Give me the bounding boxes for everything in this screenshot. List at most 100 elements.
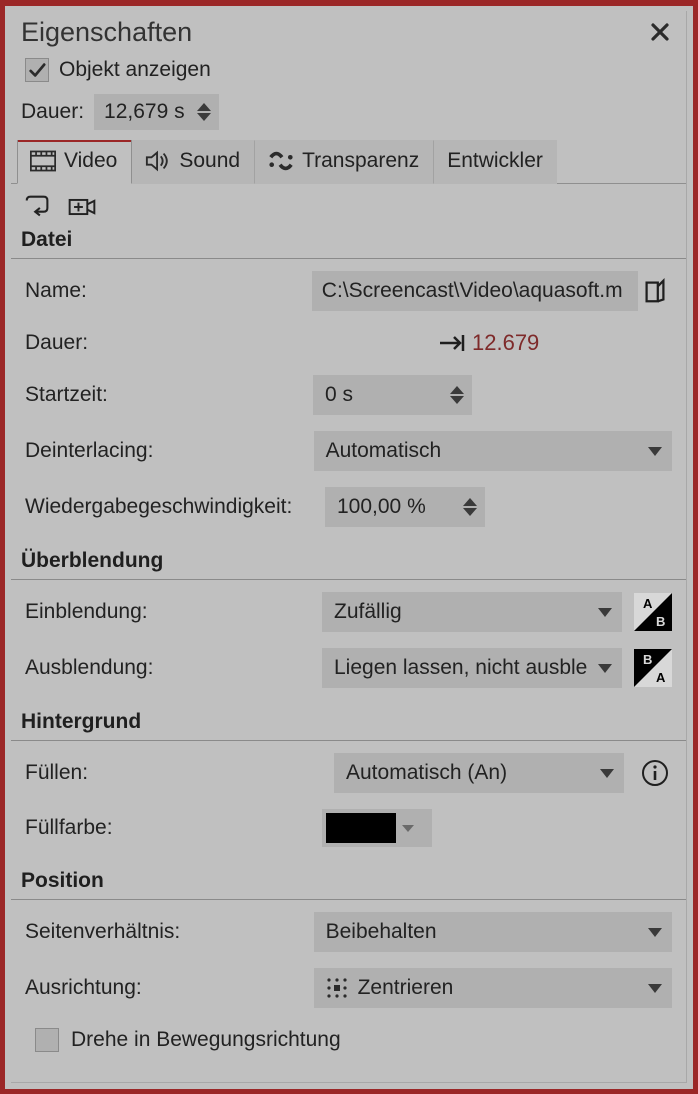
chevron-down-icon [402,825,414,832]
alignment-row: Ausrichtung: Zentrieren [11,960,686,1016]
goto-end-button[interactable] [438,332,468,354]
tab-transparency-label: Transparenz [302,149,419,173]
spinner-arrows-icon[interactable] [463,498,477,516]
transparency-icon [268,149,294,173]
aspect-ratio-combo[interactable]: Beibehalten [314,912,672,952]
playback-speed-spinner[interactable]: 100,00 % [325,487,485,527]
show-object-checkbox[interactable] [25,58,49,82]
duration-value: 12,679 s [104,100,185,124]
rotate-direction-row: Drehe in Bewegungsrichtung [11,1016,686,1064]
speaker-icon [145,149,171,173]
tab-sound-label: Sound [179,149,240,173]
video-toolbar [11,184,686,226]
section-file-heading: Datei [11,226,686,259]
deinterlacing-row: Deinterlacing: Automatisch [11,423,686,479]
fade-in-preset-button[interactable]: A B [634,593,672,631]
camera-add-button[interactable] [65,192,99,222]
panel-header: Eigenschaften [11,11,686,50]
alignment-label: Ausrichtung: [25,976,314,1000]
section-position-heading: Position [11,867,686,900]
start-time-row: Startzeit: 0 s [11,367,686,423]
fade-out-row: Ausblendung: Liegen lassen, nicht ausble… [11,640,686,696]
start-time-label: Startzeit: [25,383,313,407]
deinterlacing-value: Automatisch [326,439,442,463]
playback-speed-value: 100,00 % [337,495,426,519]
ab-transition-in-icon: A B [634,593,672,631]
fill-color-picker[interactable] [322,809,432,847]
file-duration-label: Dauer: [25,331,315,355]
fade-in-combo[interactable]: Zufällig [322,592,622,632]
filmstrip-icon [30,149,56,173]
tab-sound[interactable]: Sound [132,140,255,184]
svg-text:B: B [656,614,665,629]
arrow-end-icon [438,332,468,354]
loop-button[interactable] [21,192,55,222]
duration-row: Dauer: 12,679 s [11,88,686,138]
fade-out-value: Liegen lassen, nicht ausble [334,656,587,680]
fill-color-row: Füllfarbe: [11,801,686,855]
tab-developer[interactable]: Entwickler [434,140,557,184]
file-duration-row: Dauer: 12.679 [11,319,686,367]
file-name-value: C:\Screencast\Video\aquasoft.m [322,279,623,303]
start-time-value: 0 s [325,383,353,407]
rotate-direction-checkbox[interactable] [35,1028,59,1052]
fade-out-preset-button[interactable]: B A [634,649,672,687]
tab-video-label: Video [64,149,117,173]
color-swatch-preview [326,813,396,843]
properties-window: Eigenschaften Objekt anzeigen Dauer: 12,… [0,0,698,1094]
alignment-value: Zentrieren [358,976,454,1000]
playback-speed-row: Wiedergabegeschwindigkeit: 100,00 % [11,479,686,535]
duration-label: Dauer: [21,100,84,124]
spinner-arrows-icon[interactable] [197,103,211,121]
fill-info-button[interactable] [638,756,672,790]
chevron-down-icon [648,984,662,993]
file-duration-value: 12.679 [472,330,672,356]
camera-add-icon [67,194,97,220]
duration-spinner[interactable]: 12,679 s [94,94,219,130]
panel-title: Eigenschaften [21,17,192,48]
fade-out-label: Ausblendung: [25,656,315,680]
rotate-direction-label: Drehe in Bewegungsrichtung [71,1028,341,1052]
align-center-icon [326,977,348,999]
playback-speed-label: Wiedergabegeschwindigkeit: [25,495,325,519]
spinner-arrows-icon[interactable] [450,386,464,404]
section-background-heading: Hintergrund [11,708,686,741]
svg-text:A: A [656,670,666,685]
tab-developer-label: Entwickler [447,149,543,173]
close-button[interactable] [644,18,676,48]
start-time-spinner[interactable]: 0 s [313,375,472,415]
chevron-down-icon [648,928,662,937]
file-name-input[interactable]: C:\Screencast\Video\aquasoft.m [312,271,639,311]
alignment-combo[interactable]: Zentrieren [314,968,672,1008]
show-object-row: Objekt anzeigen [11,50,686,88]
section-transition-heading: Überblendung [11,547,686,580]
fade-in-value: Zufällig [334,600,402,624]
svg-text:A: A [643,596,653,611]
loop-icon [23,194,53,220]
chevron-down-icon [598,664,612,673]
file-name-row: Name: C:\Screencast\Video\aquasoft.m [11,263,686,319]
deinterlacing-label: Deinterlacing: [25,439,314,463]
chevron-down-icon [598,608,612,617]
file-name-label: Name: [25,279,312,303]
svg-text:B: B [643,652,652,667]
fill-label: Füllen: [25,761,315,785]
info-icon [641,759,669,787]
properties-panel: Eigenschaften Objekt anzeigen Dauer: 12,… [11,11,687,1083]
deinterlacing-combo[interactable]: Automatisch [314,431,672,471]
aspect-ratio-value: Beibehalten [326,920,437,944]
ab-transition-out-icon: B A [634,649,672,687]
show-object-label: Objekt anzeigen [59,58,211,82]
fill-combo[interactable]: Automatisch (An) [334,753,624,793]
tab-transparency[interactable]: Transparenz [255,140,434,184]
fill-row: Füllen: Automatisch (An) [11,745,686,801]
fade-out-combo[interactable]: Liegen lassen, nicht ausble [322,648,622,688]
browse-icon [644,277,666,305]
fade-in-row: Einblendung: Zufällig A B [11,584,686,640]
browse-file-button[interactable] [638,271,672,311]
aspect-ratio-row: Seitenverhältnis: Beibehalten [11,904,686,960]
fill-color-label: Füllfarbe: [25,816,315,840]
fill-value: Automatisch (An) [346,761,507,785]
chevron-down-icon [648,447,662,456]
tab-video[interactable]: Video [17,140,132,184]
